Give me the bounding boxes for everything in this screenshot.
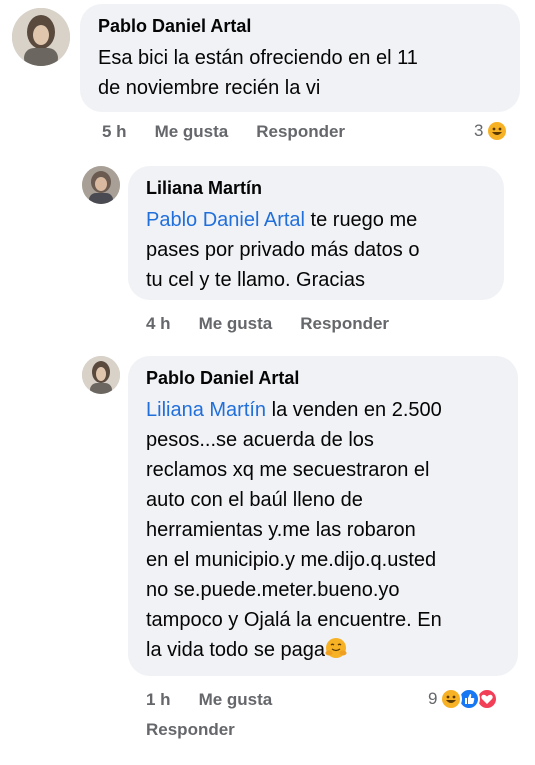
hugging-face-icon [325, 637, 347, 659]
comment-line: la vida todo se paga [146, 635, 500, 665]
comment-meta-row2: Responder [146, 720, 263, 740]
comment-line: auto con el baúl lleno de [146, 489, 363, 511]
mention-link[interactable]: Liliana Martín [146, 399, 266, 421]
reply-button[interactable]: Responder [300, 314, 389, 334]
comment-line: herramientas y.me las robaron [146, 519, 416, 541]
comment-bubble: Pablo Daniel Artal Esa bici la están ofr… [80, 4, 520, 112]
comment-author[interactable]: Pablo Daniel Artal [98, 16, 502, 37]
avatar-pablo[interactable] [82, 356, 120, 394]
comment-text: Pablo Daniel Artal te ruego me pases por… [146, 205, 486, 295]
comment-meta: 1 h Me gusta [146, 690, 300, 710]
avatar-image [12, 8, 70, 66]
mention-link[interactable]: Pablo Daniel Artal [146, 209, 305, 231]
like-button[interactable]: Me gusta [199, 314, 273, 334]
comment-line: tu cel y te llamo. Gracias [146, 269, 365, 291]
page-edge [525, 0, 535, 765]
comment-line: Pablo Daniel Artal te ruego me [146, 205, 486, 235]
like-button[interactable]: Me gusta [199, 690, 273, 710]
avatar-image [82, 356, 120, 394]
comment-text: Liliana Martín la venden en 2.500 pesos.… [146, 395, 500, 665]
comment-line: pesos...se acuerda de los [146, 429, 374, 451]
comment-line: Liliana Martín la venden en 2.500 [146, 395, 500, 425]
comment-meta: 5 h Me gusta Responder [102, 122, 373, 142]
comment-line: Esa bici la están ofreciendo en el 11 [98, 47, 418, 69]
comment-author[interactable]: Pablo Daniel Artal [146, 368, 500, 389]
haha-reaction-icon [486, 120, 509, 142]
comment-time[interactable]: 5 h [102, 122, 127, 142]
comment-author[interactable]: Liliana Martín [146, 178, 486, 199]
avatar-liliana[interactable] [82, 166, 120, 204]
comment-time[interactable]: 4 h [146, 314, 171, 334]
comment-line: reclamos xq me secuestraron el [146, 459, 430, 481]
reaction-summary[interactable]: 9 [428, 688, 499, 710]
comment-text: Esa bici la están ofreciendo en el 11 de… [98, 43, 502, 103]
comment-line: pases por privado más datos o [146, 239, 420, 261]
reaction-count: 3 [474, 121, 484, 140]
comment-time[interactable]: 1 h [146, 690, 171, 710]
comment-bubble: Liliana Martín Pablo Daniel Artal te rue… [128, 166, 504, 300]
like-button[interactable]: Me gusta [155, 122, 229, 142]
avatar-pablo[interactable] [12, 8, 70, 66]
reaction-summary[interactable]: 3 [474, 120, 509, 142]
avatar-image [82, 166, 120, 204]
haha-reaction-icon [440, 688, 463, 710]
comment-line: en el municipio.y me.dijo.q.usted [146, 549, 437, 571]
reaction-count: 9 [428, 689, 438, 708]
comment-line: de noviembre recién la vi [98, 77, 321, 99]
comment-bubble: Pablo Daniel Artal Liliana Martín la ven… [128, 356, 518, 676]
comment-text-part: la venden en 2.500 [266, 399, 442, 421]
comment-text-part: te ruego me [304, 209, 418, 231]
comment-text-part: la vida todo se paga [146, 639, 326, 661]
reply-button[interactable]: Responder [256, 122, 345, 142]
reply-button[interactable]: Responder [146, 720, 235, 740]
comment-line: no se.puede.meter.bueno.yo [146, 579, 400, 601]
comment-line: tampoco y Ojalá la encuentre. En [146, 609, 442, 631]
comment-meta: 4 h Me gusta Responder [146, 314, 417, 334]
